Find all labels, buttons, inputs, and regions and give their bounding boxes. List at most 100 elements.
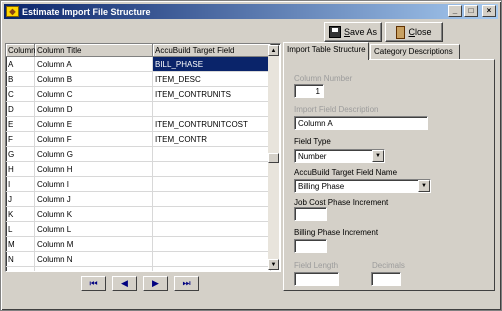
table-row[interactable]: N Column N (6, 252, 280, 267)
row-target-field-cell[interactable] (153, 222, 271, 237)
column-number-label: Column Number (294, 74, 353, 83)
job-cost-increment-input[interactable] (294, 207, 327, 221)
row-column-cell[interactable]: D (6, 102, 35, 117)
table-row[interactable]: K Column K (6, 207, 280, 222)
row-title-cell[interactable]: Column E (35, 117, 153, 132)
maximize-button[interactable]: □ (464, 5, 478, 17)
scroll-down-button[interactable]: ▼ (268, 259, 279, 270)
row-column-cell[interactable]: C (6, 87, 35, 102)
row-column-cell[interactable]: O (6, 267, 35, 271)
row-column-cell[interactable]: F (6, 132, 35, 147)
tab-import-table-structure[interactable]: Import Table Structure (283, 42, 369, 60)
grid-header: Column Column Title AccuBuild Target Fie… (6, 44, 280, 57)
row-target-field-cell[interactable]: BILL_PHASE (153, 57, 271, 72)
row-target-field-cell[interactable] (153, 147, 271, 162)
field-type-select[interactable]: Number ▼ (294, 149, 385, 163)
next-record-button[interactable]: ▶ (143, 276, 168, 291)
import-structure-panel: Column Number 1 Import Field Description… (283, 59, 495, 291)
title-bar[interactable]: ◆ Estimate Import File Structure _ □ × (4, 4, 498, 19)
row-title-cell[interactable]: Column M (35, 237, 153, 252)
table-row[interactable]: M Column M (6, 237, 280, 252)
header-column-title[interactable]: Column Title (35, 44, 153, 57)
table-row[interactable]: D Column D (6, 102, 280, 117)
chevron-down-icon[interactable]: ▼ (372, 150, 384, 162)
table-row[interactable]: H Column H (6, 162, 280, 177)
row-column-cell[interactable]: J (6, 192, 35, 207)
row-column-cell[interactable]: A (6, 57, 35, 72)
grid-scrollbar[interactable]: ▲ ▼ (268, 45, 279, 270)
table-row[interactable]: OColumn O (6, 267, 280, 271)
row-title-cell[interactable]: Column A (35, 57, 153, 72)
minimize-button[interactable]: _ (448, 5, 462, 17)
row-target-field-cell[interactable] (153, 102, 271, 117)
row-title-cell[interactable]: Column G (35, 147, 153, 162)
table-row[interactable]: I Column I (6, 177, 280, 192)
header-column[interactable]: Column (6, 44, 36, 57)
row-title-cell[interactable]: Column N (35, 252, 153, 267)
import-field-desc-label: Import Field Description (294, 105, 379, 114)
row-target-field-cell[interactable] (153, 207, 271, 222)
row-target-field-cell[interactable] (153, 162, 271, 177)
row-column-cell[interactable]: I (6, 177, 35, 192)
row-target-field-cell[interactable] (153, 237, 271, 252)
field-length-label: Field Length (294, 261, 339, 270)
chevron-down-icon[interactable]: ▼ (418, 180, 430, 192)
window-title: Estimate Import File Structure (22, 6, 151, 17)
table-row[interactable]: L Column L (6, 222, 280, 237)
row-target-field-cell[interactable] (153, 192, 271, 207)
row-column-cell[interactable]: G (6, 147, 35, 162)
field-type-value: Number (298, 152, 327, 161)
decimals-label: Decimals (372, 261, 405, 270)
row-column-cell[interactable]: K (6, 207, 35, 222)
row-column-cell[interactable]: E (6, 117, 35, 132)
record-navigator: ⏮ ◀ ▶ ⏭ (81, 276, 199, 291)
row-title-cell[interactable]: Column H (35, 162, 153, 177)
row-title-cell[interactable]: Column C (35, 87, 153, 102)
field-type-label: Field Type (294, 137, 331, 146)
row-title-cell[interactable]: Column O (35, 267, 153, 271)
row-column-cell[interactable]: N (6, 252, 35, 267)
table-row[interactable]: G Column G (6, 147, 280, 162)
row-target-field-cell[interactable] (153, 267, 271, 271)
prev-record-button[interactable]: ◀ (112, 276, 137, 291)
billing-increment-input[interactable] (294, 239, 327, 253)
field-length-input[interactable] (294, 272, 339, 286)
last-record-button[interactable]: ⏭ (174, 276, 199, 291)
scroll-thumb[interactable] (268, 153, 279, 163)
tab-category-descriptions[interactable]: Category Descriptions (370, 44, 460, 59)
row-title-cell[interactable]: Column I (35, 177, 153, 192)
row-target-field-cell[interactable]: ITEM_DESC (153, 72, 271, 87)
row-title-cell[interactable]: Column B (35, 72, 153, 87)
table-row[interactable]: E Column E ITEM_CONTRUNITCOST (6, 117, 280, 132)
row-column-cell[interactable]: L (6, 222, 35, 237)
row-title-cell[interactable]: Column D (35, 102, 153, 117)
target-field-value: Billing Phase (298, 182, 345, 191)
row-title-cell[interactable]: Column K (35, 207, 153, 222)
row-title-cell[interactable]: Column J (35, 192, 153, 207)
row-target-field-cell[interactable] (153, 252, 271, 267)
save-as-button[interactable]: Save As (324, 22, 382, 42)
table-row[interactable]: F Column F ITEM_CONTR (6, 132, 280, 147)
close-button[interactable]: Close (385, 22, 443, 42)
table-row[interactable]: C Column C ITEM_CONTRUNITS (6, 87, 280, 102)
row-column-cell[interactable]: B (6, 72, 35, 87)
row-column-cell[interactable]: H (6, 162, 35, 177)
header-target-field[interactable]: AccuBuild Target Field (153, 44, 271, 57)
row-column-cell[interactable]: M (6, 237, 35, 252)
import-field-desc-input[interactable]: Column A (294, 116, 428, 130)
target-field-select[interactable]: Billing Phase ▼ (294, 179, 431, 193)
row-target-field-cell[interactable]: ITEM_CONTRUNITCOST (153, 117, 271, 132)
close-window-button[interactable]: × (482, 5, 496, 17)
decimals-input[interactable] (371, 272, 401, 286)
scroll-up-button[interactable]: ▲ (268, 45, 279, 56)
row-target-field-cell[interactable]: ITEM_CONTR (153, 132, 271, 147)
row-title-cell[interactable]: Column F (35, 132, 153, 147)
table-row[interactable]: A Column A BILL_PHASE (6, 57, 280, 72)
row-target-field-cell[interactable] (153, 177, 271, 192)
table-row[interactable]: J Column J (6, 192, 280, 207)
first-record-button[interactable]: ⏮ (81, 276, 106, 291)
column-mapping-grid[interactable]: Column Column Title AccuBuild Target Fie… (5, 43, 281, 272)
table-row[interactable]: B Column B ITEM_DESC (6, 72, 280, 87)
row-target-field-cell[interactable]: ITEM_CONTRUNITS (153, 87, 271, 102)
row-title-cell[interactable]: Column L (35, 222, 153, 237)
